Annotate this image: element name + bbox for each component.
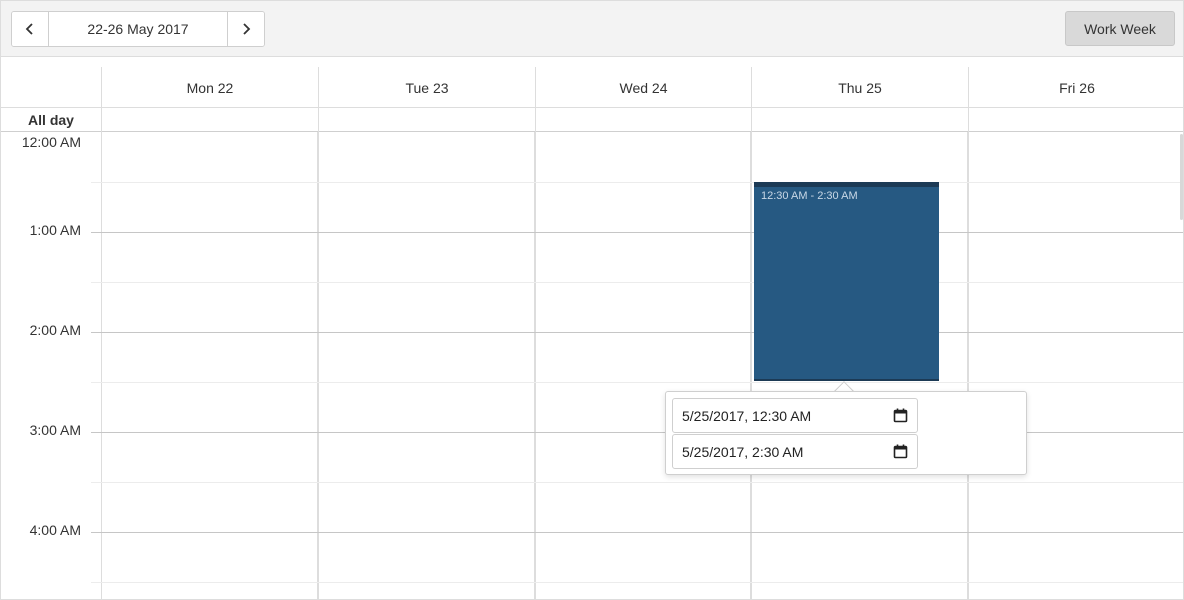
calendar-icon[interactable]: [893, 444, 908, 459]
half-hour-line: [91, 382, 1183, 383]
column-divider: [534, 132, 536, 599]
next-week-button[interactable]: [228, 12, 264, 46]
chevron-left-icon: [25, 23, 33, 35]
calendar-scheduler: 22-26 May 2017 Work Week Mon 22 Tue 23 W…: [0, 0, 1184, 600]
vertical-scrollbar[interactable]: [1180, 134, 1183, 220]
time-label: 2:00 AM: [29, 322, 81, 338]
chevron-right-icon: [243, 23, 251, 35]
half-hour-line: [91, 482, 1183, 483]
all-day-cell[interactable]: [968, 108, 1183, 132]
column-divider: [967, 132, 969, 599]
half-hour-line: [91, 282, 1183, 283]
day-header-wed[interactable]: Wed 24: [535, 67, 751, 108]
half-hour-line: [91, 582, 1183, 583]
day-header-row: Mon 22 Tue 23 Wed 24 Thu 25 Fri 26: [1, 57, 1183, 108]
all-day-label: All day: [28, 112, 74, 128]
calendar-event[interactable]: 12:30 AM - 2:30 AM: [754, 182, 939, 381]
hour-line: [91, 532, 1183, 533]
time-label: 4:00 AM: [29, 522, 81, 538]
column-divider: [750, 132, 752, 599]
start-datetime-value: 5/25/2017, 12:30 AM: [682, 407, 812, 424]
date-range-button[interactable]: 22-26 May 2017: [48, 12, 228, 46]
end-datetime-value: 5/25/2017, 2:30 AM: [682, 443, 804, 460]
column-divider: [101, 132, 102, 599]
hour-line: [91, 232, 1183, 233]
hour-line: [91, 332, 1183, 333]
end-datetime-input[interactable]: 5/25/2017, 2:30 AM: [672, 434, 918, 469]
work-week-view-button[interactable]: Work Week: [1065, 11, 1175, 46]
day-header-mon[interactable]: Mon 22: [101, 67, 318, 108]
all-day-row: All day: [1, 108, 1183, 132]
time-label: 1:00 AM: [29, 222, 81, 238]
all-day-cell[interactable]: [751, 108, 968, 132]
calendar-icon[interactable]: [893, 408, 908, 423]
event-time-editor-popup: 5/25/2017, 12:30 AM 5/25/2017, 2:30 AM: [665, 391, 1027, 475]
toolbar: 22-26 May 2017 Work Week: [1, 1, 1183, 57]
all-day-cell[interactable]: [101, 108, 318, 132]
all-day-cell[interactable]: [535, 108, 751, 132]
event-time-range: 12:30 AM - 2:30 AM: [761, 190, 858, 202]
time-grid[interactable]: 12:00 AM 1:00 AM 2:00 AM 3:00 AM 4:00 AM…: [1, 132, 1183, 599]
half-hour-line: [91, 182, 1183, 183]
all-day-cell[interactable]: [318, 108, 535, 132]
day-header-fri[interactable]: Fri 26: [968, 67, 1183, 108]
day-header-thu[interactable]: Thu 25: [751, 67, 968, 108]
day-header-tue[interactable]: Tue 23: [318, 67, 535, 108]
date-navigator: 22-26 May 2017: [11, 11, 265, 47]
column-divider: [317, 132, 319, 599]
time-label: 3:00 AM: [29, 422, 81, 438]
prev-week-button[interactable]: [12, 12, 48, 46]
start-datetime-input[interactable]: 5/25/2017, 12:30 AM: [672, 398, 918, 433]
time-label: 12:00 AM: [21, 134, 81, 150]
